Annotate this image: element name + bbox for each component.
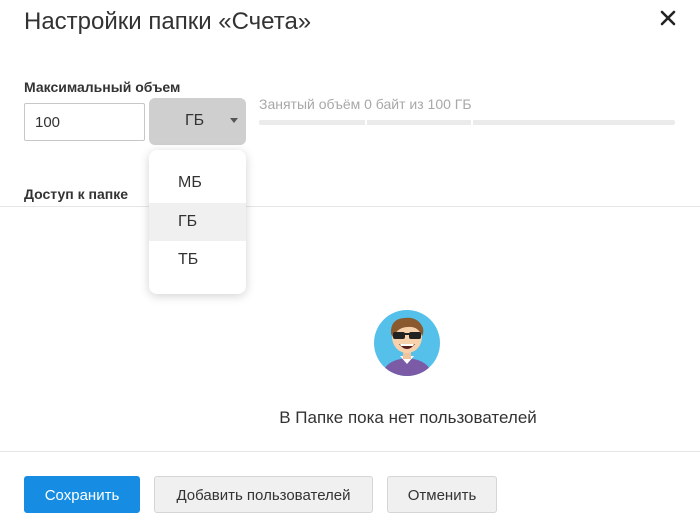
access-label: Доступ к папке bbox=[24, 186, 129, 202]
add-users-button[interactable]: Добавить пользователей bbox=[154, 476, 373, 513]
cancel-button[interactable]: Отменить bbox=[387, 476, 497, 513]
usage-bar-separator bbox=[365, 120, 367, 125]
usage-progress-bar bbox=[259, 120, 675, 125]
unit-option-tb[interactable]: ТБ bbox=[149, 241, 246, 279]
empty-users-text: В Папке пока нет пользователей bbox=[279, 408, 537, 427]
divider bbox=[0, 206, 700, 207]
dialog-title: Настройки папки «Счета» bbox=[24, 8, 312, 35]
unit-option-gb[interactable]: ГБ bbox=[149, 203, 246, 241]
close-button[interactable] bbox=[655, 5, 681, 31]
divider bbox=[0, 451, 700, 452]
unit-option-mb[interactable]: МБ bbox=[149, 164, 246, 202]
unit-select[interactable]: ГБ bbox=[149, 98, 246, 145]
max-size-input[interactable] bbox=[24, 103, 145, 141]
save-button[interactable]: Сохранить bbox=[24, 476, 140, 513]
folder-settings-dialog: Настройки папки «Счета» Максимальный объ… bbox=[0, 0, 700, 531]
unit-dropdown-menu: МБ ГБ ТБ bbox=[149, 150, 246, 294]
max-size-label: Максимальный объем bbox=[24, 79, 181, 95]
user-avatar-sunglasses-icon bbox=[374, 310, 440, 376]
caret-down-icon bbox=[230, 118, 238, 123]
usage-text: Занятый объём 0 байт из 100 ГБ bbox=[259, 96, 472, 112]
usage-bar-separator bbox=[471, 120, 473, 125]
close-icon bbox=[660, 10, 676, 26]
unit-select-value: ГБ bbox=[185, 112, 205, 129]
